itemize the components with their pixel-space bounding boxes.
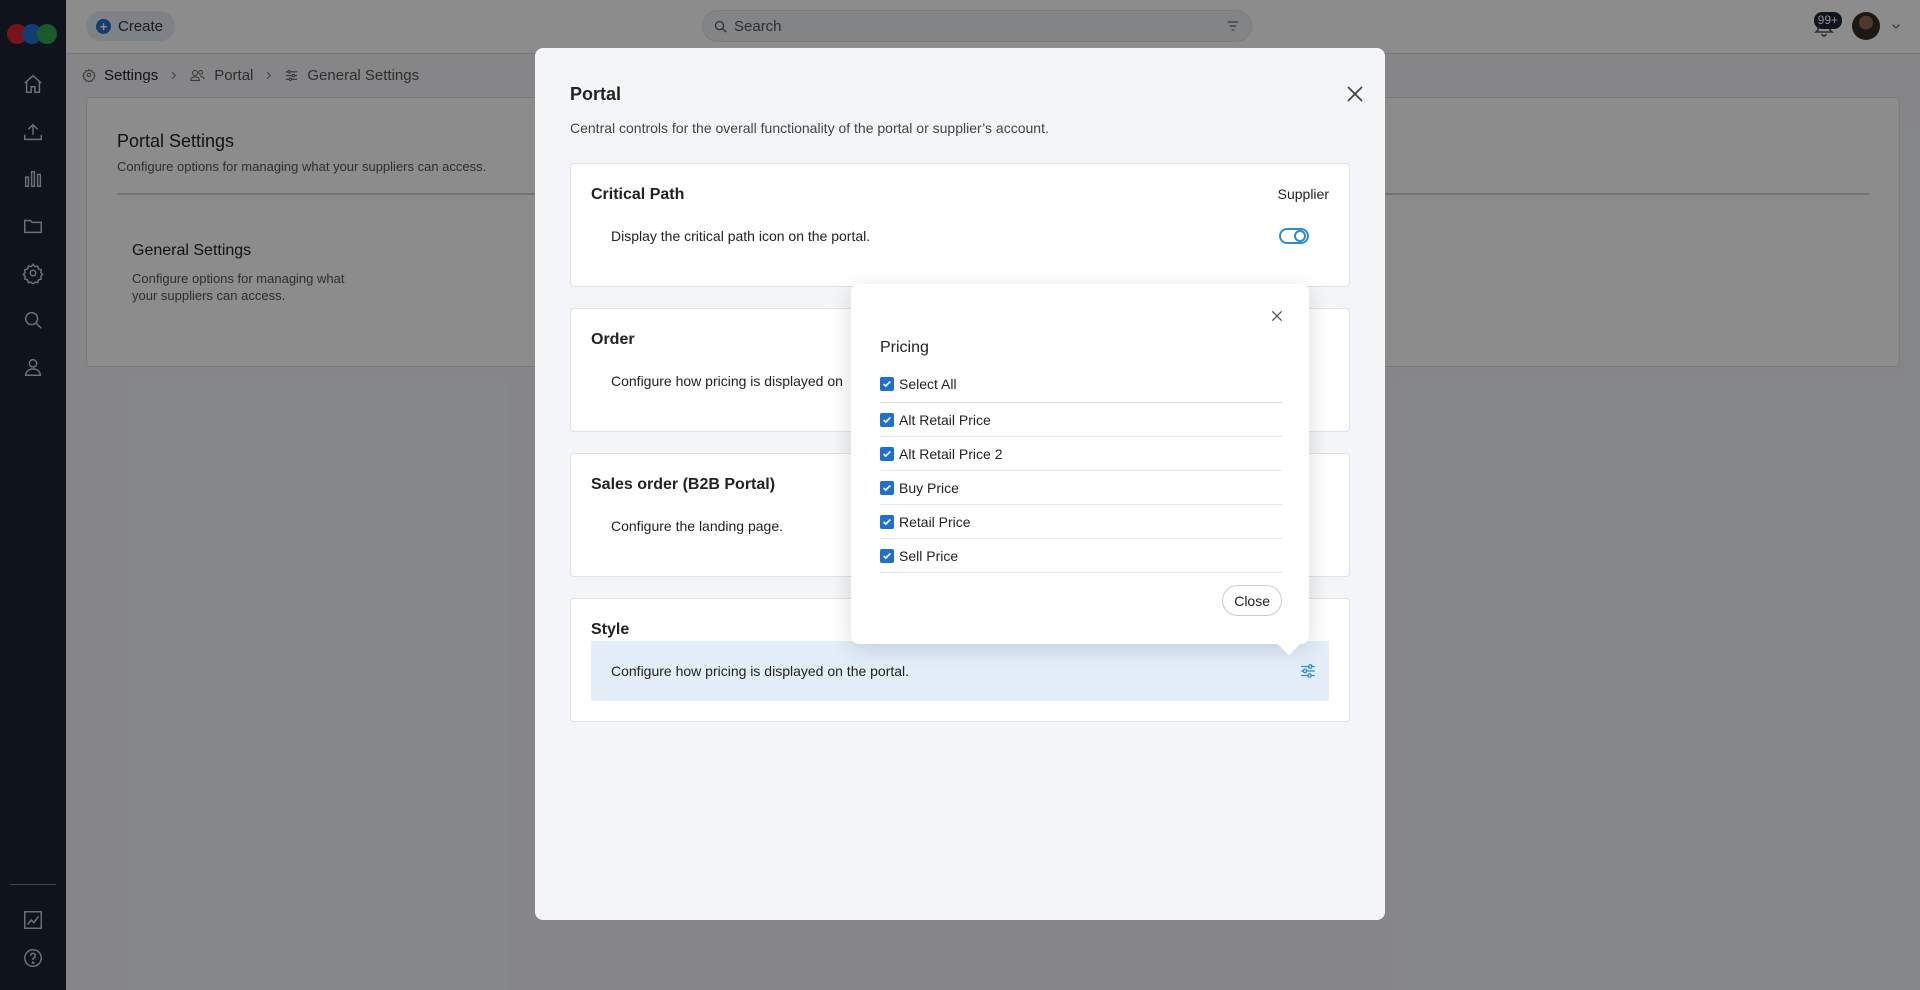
list-item[interactable]: Alt Retail Price 2 <box>880 437 1282 471</box>
checkbox[interactable] <box>880 480 894 495</box>
checkbox-label: Alt Retail Price 2 <box>899 445 1003 462</box>
checkbox-label: Alt Retail Price <box>899 411 991 428</box>
row-text: Display the critical path icon on the po… <box>611 228 871 244</box>
modal-title: Portal <box>570 84 622 104</box>
section-title: Critical Path <box>591 186 685 203</box>
critical-path-toggle[interactable] <box>1279 228 1309 244</box>
row-text: Configure how pricing is displayed on th… <box>611 663 910 679</box>
select-all-item[interactable]: Select All <box>880 366 1282 403</box>
close-icon[interactable] <box>1269 308 1285 324</box>
supplier-label: Supplier <box>1277 186 1329 202</box>
pricing-popover: Pricing Select All Alt Retail Price Alt … <box>851 284 1309 644</box>
row-text: Configure how pricing is displayed on <box>611 373 843 389</box>
close-button[interactable]: Close <box>1222 585 1282 616</box>
checkbox-label: Select All <box>899 376 957 392</box>
checkbox-label: Buy Price <box>899 479 959 496</box>
modal-subtitle: Central controls for the overall functio… <box>570 120 1049 136</box>
sliders-icon[interactable] <box>1297 660 1319 682</box>
list-item[interactable]: Alt Retail Price <box>880 403 1282 437</box>
section-row: Display the critical path icon on the po… <box>591 206 1329 266</box>
list-item[interactable]: Retail Price <box>880 505 1282 539</box>
popover-title: Pricing <box>880 339 929 356</box>
section-critical-path: Critical Path Supplier Display the criti… <box>570 163 1350 287</box>
select-all-checkbox[interactable] <box>880 377 894 391</box>
checkbox-label: Sell Price <box>899 547 959 564</box>
pricing-checkbox-list: Select All Alt Retail Price Alt Retail P… <box>880 366 1282 573</box>
checkbox[interactable] <box>880 548 894 563</box>
section-title: Sales order (B2B Portal) <box>591 476 776 493</box>
section-title: Order <box>591 331 635 348</box>
checkbox[interactable] <box>880 514 894 529</box>
checkbox-label: Retail Price <box>899 513 971 530</box>
section-row: Configure how pricing is displayed on th… <box>591 641 1329 701</box>
section-title: Style <box>591 621 630 638</box>
close-icon[interactable] <box>1343 82 1367 106</box>
list-item[interactable]: Sell Price <box>880 539 1282 573</box>
checkbox[interactable] <box>880 412 894 427</box>
row-text: Configure the landing page. <box>611 518 784 534</box>
checkbox[interactable] <box>880 446 894 461</box>
list-item[interactable]: Buy Price <box>880 471 1282 505</box>
